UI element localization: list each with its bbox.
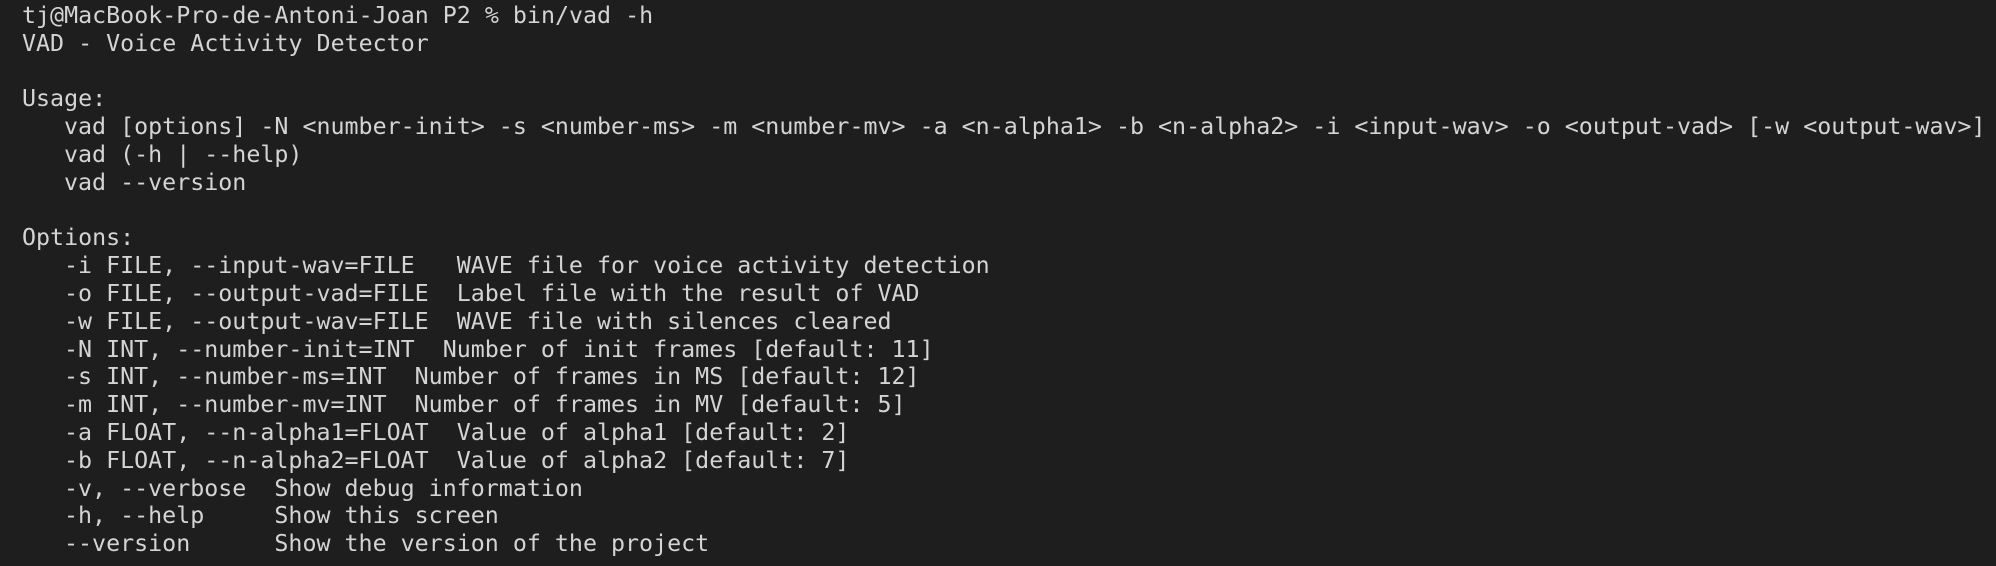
option-line: -i FILE, --input-wav=FILE WAVE file for … [64, 252, 990, 280]
usage-header: Usage: [22, 85, 107, 113]
options-header: Options: [22, 224, 135, 252]
option-line: -b FLOAT, --n-alpha2=FLOAT Value of alph… [64, 446, 850, 474]
option-line: -h, --help Show this screen [64, 502, 499, 530]
usage-line: vad --version [64, 168, 247, 196]
option-line: -a FLOAT, --n-alpha1=FLOAT Value of alph… [64, 418, 850, 446]
usage-line: vad (-h | --help) [64, 140, 303, 168]
command-prompt-line: tj@MacBook-Pro-de-Antoni-Joan P2 % bin/v… [22, 2, 654, 29]
option-line: -N INT, --number-init=INT Number of init… [64, 335, 934, 363]
program-title-line: VAD - Voice Activity Detector [22, 29, 429, 57]
option-line: --version Show the version of the projec… [64, 530, 710, 558]
terminal-window[interactable]: tj@MacBook-Pro-de-Antoni-Joan P2 % bin/v… [0, 2, 1996, 566]
option-line: -v, --verbose Show debug information [64, 474, 583, 502]
option-line: -s INT, --number-ms=INT Number of frames… [64, 363, 920, 391]
option-line: -o FILE, --output-vad=FILE Label file wi… [64, 279, 920, 307]
option-line: -w FILE, --output-wav=FILE WAVE file wit… [64, 307, 892, 335]
usage-line: vad [options] -N <number-init> -s <numbe… [64, 113, 1986, 141]
option-line: -m INT, --number-mv=INT Number of frames… [64, 391, 906, 419]
